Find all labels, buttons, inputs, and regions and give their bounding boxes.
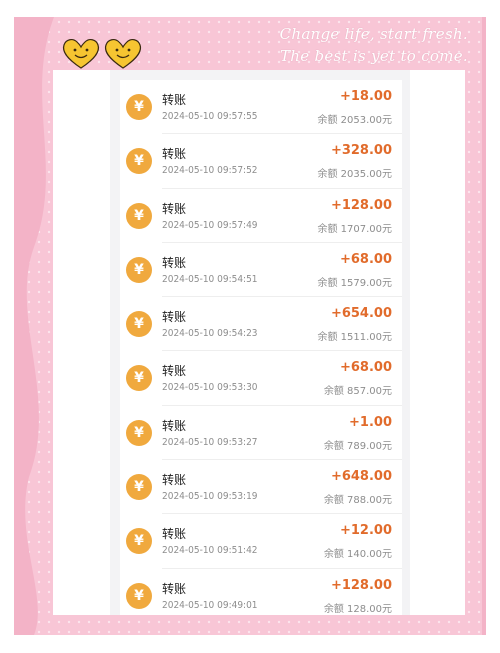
transaction-title: 转账 — [162, 473, 187, 488]
tagline-line-2: The best is yet to come. — [279, 47, 468, 65]
yuan-coin-icon: ¥ — [126, 582, 152, 609]
transaction-row[interactable]: ¥ 转账 2024-05-10 09:53:27 +1.00 余额 789.00… — [120, 406, 402, 461]
smiling-hearts-sticker — [62, 39, 142, 69]
transaction-time: 2024-05-10 09:53:19 — [162, 491, 258, 503]
transaction-row[interactable]: ¥ 转账 2024-05-10 09:53:30 +68.00 余额 857.0… — [120, 351, 402, 406]
transaction-title: 转账 — [162, 527, 187, 542]
transaction-balance: 余额 128.00元 — [323, 603, 392, 615]
transaction-balance: 余额 2053.00元 — [317, 115, 392, 126]
transaction-time: 2024-05-10 09:49:01 — [162, 599, 258, 611]
transaction-time: 2024-05-10 09:57:49 — [162, 219, 258, 231]
transaction-balance: 余额 789.00元 — [323, 440, 392, 452]
transaction-row[interactable]: ¥ 转账 2024-05-10 09:49:01 +128.00 余额 128.… — [120, 569, 402, 615]
transaction-amount: +18.00 — [339, 89, 392, 104]
transaction-balance: 余额 140.00元 — [323, 549, 392, 561]
transaction-title: 转账 — [162, 93, 187, 107]
transaction-list[interactable]: ¥ 转账 2024-05-10 09:57:55 +18.00 余额 2053.… — [120, 80, 402, 615]
transaction-amount: +654.00 — [330, 306, 392, 322]
transaction-amount: +68.00 — [339, 360, 392, 376]
transaction-time: 2024-05-10 09:57:52 — [162, 165, 258, 177]
transaction-row[interactable]: ¥ 转账 2024-05-10 09:57:55 +18.00 余额 2053.… — [120, 80, 402, 135]
transaction-time: 2024-05-10 09:54:23 — [162, 328, 258, 340]
yuan-coin-icon: ¥ — [126, 365, 152, 392]
transaction-time: 2024-05-10 09:51:42 — [162, 545, 258, 557]
transaction-amount: +648.00 — [330, 469, 392, 485]
transaction-row[interactable]: ¥ 转账 2024-05-10 09:54:51 +68.00 余额 1579.… — [120, 243, 402, 298]
transaction-row[interactable]: ¥ 转账 2024-05-10 09:54:23 +654.00 余额 1511… — [120, 297, 402, 352]
frame-right-edge — [482, 17, 486, 635]
tagline-text: Change life, start fresh. The best is ye… — [280, 23, 468, 67]
transaction-amount: +128.00 — [330, 577, 392, 593]
transaction-balance: 余额 1707.00元 — [317, 223, 392, 235]
transaction-balance: 余额 788.00元 — [323, 495, 392, 507]
transaction-balance: 余额 1579.00元 — [317, 277, 392, 289]
transaction-title: 转账 — [162, 201, 187, 216]
transaction-amount: +12.00 — [339, 523, 392, 539]
transaction-title: 转账 — [162, 581, 187, 596]
transaction-time: 2024-05-10 09:57:55 — [162, 111, 258, 122]
transaction-row[interactable]: ¥ 转账 2024-05-10 09:51:42 +12.00 余额 140.0… — [120, 514, 402, 569]
transaction-row[interactable]: ¥ 转账 2024-05-10 09:57:52 +328.00 余额 2035… — [120, 134, 402, 189]
heart-left-icon — [62, 39, 100, 69]
tagline-line-1: Change life, start fresh. — [279, 25, 468, 43]
yuan-coin-icon: ¥ — [126, 148, 152, 175]
transaction-time: 2024-05-10 09:53:30 — [162, 382, 258, 394]
yuan-coin-icon: ¥ — [126, 94, 152, 120]
transaction-title: 转账 — [162, 147, 187, 162]
transaction-time: 2024-05-10 09:53:27 — [162, 436, 258, 448]
transaction-row[interactable]: ¥ 转账 2024-05-10 09:53:19 +648.00 余额 788.… — [120, 460, 402, 515]
yuan-coin-icon: ¥ — [126, 528, 152, 555]
transaction-balance: 余额 857.00元 — [323, 386, 392, 398]
heart-right-icon — [104, 39, 142, 69]
transaction-title: 转账 — [162, 418, 187, 433]
yuan-coin-icon: ¥ — [126, 256, 152, 283]
transaction-row[interactable]: ¥ 转账 2024-05-10 09:57:49 +128.00 余额 1707… — [120, 189, 402, 243]
transaction-amount: +328.00 — [330, 143, 392, 159]
yuan-coin-icon: ¥ — [126, 474, 152, 501]
yuan-coin-icon: ¥ — [126, 202, 152, 229]
transaction-time: 2024-05-10 09:54:51 — [162, 273, 258, 285]
transaction-balance: 余额 2035.00元 — [317, 169, 392, 181]
transaction-title: 转账 — [162, 255, 187, 270]
transaction-amount: +68.00 — [339, 251, 392, 267]
yuan-coin-icon: ¥ — [126, 311, 152, 338]
transaction-amount: +128.00 — [330, 197, 392, 213]
transaction-title: 转账 — [162, 364, 187, 379]
yuan-coin-icon: ¥ — [126, 419, 152, 446]
transaction-amount: +1.00 — [349, 414, 392, 430]
transaction-balance: 余额 1511.00元 — [317, 332, 392, 344]
transaction-title: 转账 — [162, 310, 187, 325]
